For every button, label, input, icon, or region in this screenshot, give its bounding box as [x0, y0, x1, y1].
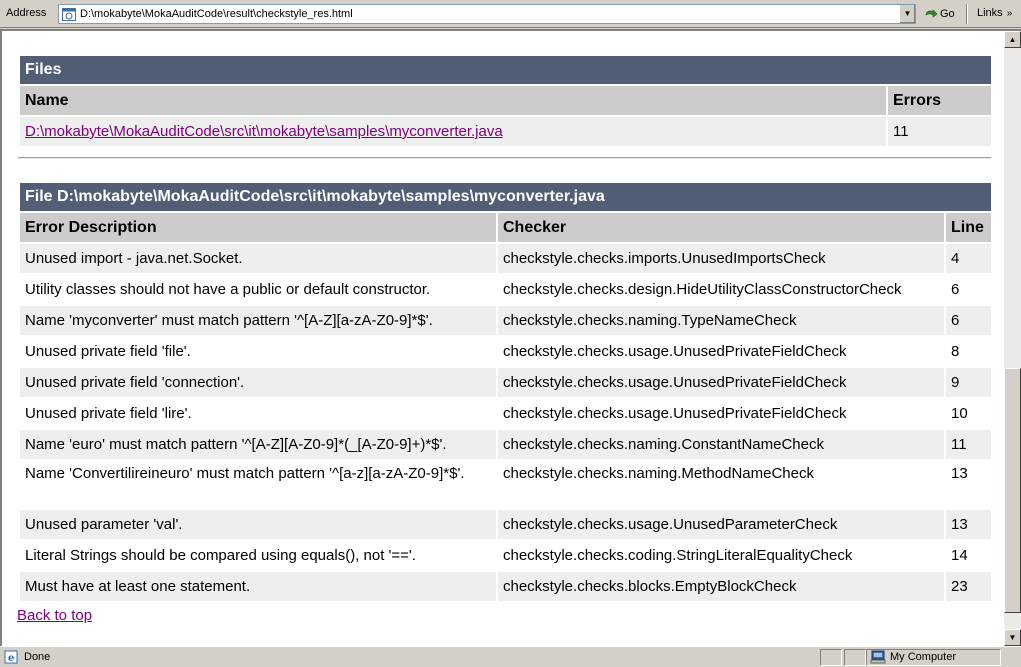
table-row: Unused import - java.net.Socket. checkst…	[20, 244, 991, 273]
error-line: 11	[946, 430, 991, 459]
error-checker: checkstyle.checks.usage.UnusedPrivateFie…	[498, 337, 944, 366]
error-desc: Unused import - java.net.Socket.	[20, 244, 496, 273]
error-line: 8	[946, 337, 991, 366]
error-desc: Must have at least one statement.	[20, 572, 496, 601]
error-checker: checkstyle.checks.blocks.EmptyBlockCheck	[498, 572, 944, 601]
computer-icon	[870, 650, 886, 664]
table-row: Name 'Convertilireineuro' must match pat…	[20, 461, 991, 508]
page-icon	[62, 8, 76, 21]
error-checker: checkstyle.checks.naming.ConstantNameChe…	[498, 430, 944, 459]
go-label: Go	[940, 8, 955, 20]
error-checker: checkstyle.checks.usage.UnusedPrivateFie…	[498, 368, 944, 397]
table-row: Unused private field 'connection'. check…	[20, 368, 991, 397]
error-line: 13	[946, 510, 991, 539]
address-label: Address	[6, 7, 47, 19]
error-desc: Unused private field 'lire'.	[20, 399, 496, 428]
zone-label: My Computer	[890, 651, 957, 663]
table-row: Unused private field 'lire'. checkstyle.…	[20, 399, 991, 428]
error-checker: checkstyle.checks.naming.MethodNameCheck	[498, 461, 944, 508]
table-row: Literal Strings should be compared using…	[20, 541, 991, 570]
error-desc: Name 'myconverter' must match pattern '^…	[20, 306, 496, 335]
divider	[18, 157, 991, 159]
table-row: Must have at least one statement. checks…	[20, 572, 991, 601]
error-desc: Unused private field 'file'.	[20, 337, 496, 366]
error-desc: Utility classes should not have a public…	[20, 275, 496, 304]
files-table: Files Name Errors D:\mokabyte\MokaAuditC…	[18, 54, 993, 148]
address-dropdown-button[interactable]: ▼	[899, 5, 915, 23]
errors-table: File D:\mokabyte\MokaAuditCode\src\it\mo…	[18, 181, 993, 603]
address-input[interactable]: D:\mokabyte\MokaAuditCode\result\checkst…	[58, 4, 916, 24]
files-col-errors: Errors	[888, 86, 991, 115]
col-error-description: Error Description	[20, 213, 496, 242]
error-line: 13	[946, 461, 991, 508]
scroll-up-button[interactable]: ▲	[1004, 31, 1021, 48]
table-row: Unused parameter 'val'. checkstyle.check…	[20, 510, 991, 539]
error-line: 10	[946, 399, 991, 428]
col-checker: Checker	[498, 213, 944, 242]
table-row: D:\mokabyte\MokaAuditCode\src\it\mokabyt…	[20, 117, 991, 146]
go-arrow-icon	[925, 9, 938, 18]
scroll-thumb[interactable]	[1004, 368, 1021, 613]
col-line: Line	[946, 213, 991, 242]
error-checker: checkstyle.checks.design.HideUtilityClas…	[498, 275, 944, 304]
file-link[interactable]: D:\mokabyte\MokaAuditCode\src\it\mokabyt…	[25, 123, 503, 140]
error-line: 6	[946, 275, 991, 304]
status-bar: e Done My Computer	[0, 646, 1021, 667]
address-url: D:\mokabyte\MokaAuditCode\result\checkst…	[80, 8, 353, 20]
error-line: 6	[946, 306, 991, 335]
error-desc: Unused parameter 'val'.	[20, 510, 496, 539]
files-title: Files	[20, 56, 991, 84]
status-pane	[820, 649, 842, 666]
svg-text:e: e	[8, 653, 14, 664]
links-button[interactable]: Links»	[977, 7, 1012, 19]
error-line: 4	[946, 244, 991, 273]
error-checker: checkstyle.checks.coding.StringLiteralEq…	[498, 541, 944, 570]
table-row: Name 'euro' must match pattern '^[A-Z][A…	[20, 430, 991, 459]
error-line: 14	[946, 541, 991, 570]
security-zone: My Computer	[870, 650, 956, 664]
error-checker: checkstyle.checks.usage.UnusedPrivateFie…	[498, 399, 944, 428]
page-content: Files Name Errors D:\mokabyte\MokaAuditC…	[2, 31, 1002, 646]
scroll-down-button[interactable]: ▼	[1004, 629, 1021, 646]
error-line: 9	[946, 368, 991, 397]
status-text: Done	[24, 651, 51, 663]
address-toolbar: Address D:\mokabyte\MokaAuditCode\result…	[0, 0, 1021, 28]
file-detail-title: File D:\mokabyte\MokaAuditCode\src\it\mo…	[20, 183, 991, 211]
table-row: Unused private field 'file'. checkstyle.…	[20, 337, 991, 366]
browser-viewport: Files Name Errors D:\mokabyte\MokaAuditC…	[0, 29, 1021, 646]
error-desc: Name 'euro' must match pattern '^[A-Z][A…	[20, 430, 496, 459]
file-errors-cell: 11	[888, 117, 991, 146]
error-desc: Unused private field 'connection'.	[20, 368, 496, 397]
error-desc: Name 'Convertilireineuro' must match pat…	[20, 461, 496, 508]
error-desc: Literal Strings should be compared using…	[20, 541, 496, 570]
files-col-name: Name	[20, 86, 886, 115]
ie-page-icon: e	[4, 650, 18, 664]
chevron-right-icon: »	[1006, 8, 1013, 19]
error-checker: checkstyle.checks.imports.UnusedImportsC…	[498, 244, 944, 273]
file-name-cell: D:\mokabyte\MokaAuditCode\src\it\mokabyt…	[20, 117, 886, 146]
table-row: Utility classes should not have a public…	[20, 275, 991, 304]
vertical-scrollbar[interactable]: ▲ ▼	[1004, 31, 1021, 646]
toolbar-separator	[966, 4, 968, 24]
table-row: Name 'myconverter' must match pattern '^…	[20, 306, 991, 335]
error-checker: checkstyle.checks.naming.TypeNameCheck	[498, 306, 944, 335]
back-to-top-link[interactable]: Back to top	[17, 607, 92, 624]
go-button[interactable]: Go	[924, 6, 955, 22]
error-line: 23	[946, 572, 991, 601]
error-checker: checkstyle.checks.usage.UnusedParameterC…	[498, 510, 944, 539]
status-pane	[844, 649, 866, 666]
links-label: Links	[977, 7, 1003, 19]
